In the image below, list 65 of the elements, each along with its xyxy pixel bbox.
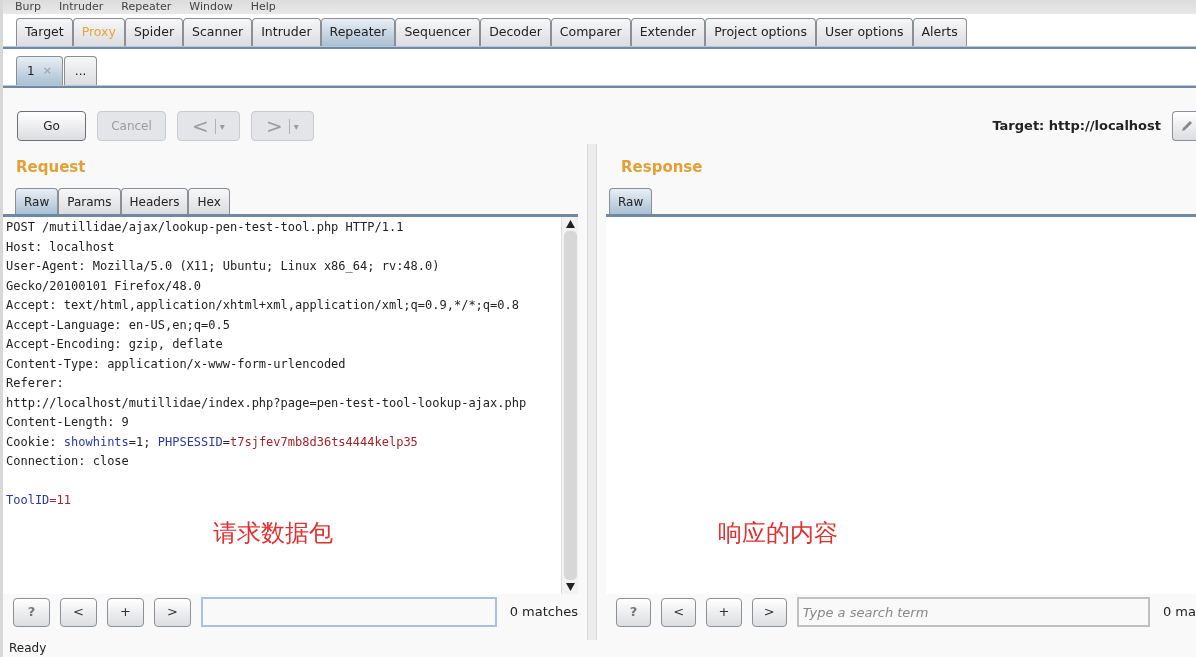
search-nav-button[interactable]: + xyxy=(106,597,144,627)
tab[interactable]: Repeater xyxy=(320,18,396,46)
search-nav-button[interactable]: ? xyxy=(616,597,652,627)
code-line: Gecko/20100101 Firefox/48.0 xyxy=(6,277,203,295)
search-nav-button[interactable]: + xyxy=(706,597,742,627)
pane-heading: Response xyxy=(620,157,704,178)
code-line: POST /mutillidae/ajax/lookup-pen-test-tool.php HTTP/1.1 xyxy=(6,219,405,236)
request-tab[interactable]: ... xyxy=(63,56,98,85)
search-nav-button[interactable]: > xyxy=(751,597,787,627)
search-field[interactable]: Type a search term xyxy=(796,597,1150,627)
tab[interactable]: Extender xyxy=(630,18,706,46)
code-line: Referer: xyxy=(6,375,65,392)
tab[interactable]: Raw xyxy=(15,188,59,214)
pane-heading: Request xyxy=(15,157,87,178)
menu-item[interactable]: Repeater xyxy=(121,1,172,13)
match-count: 0 matches xyxy=(509,603,578,622)
tab[interactable]: Target xyxy=(16,18,73,46)
tab-label: ... xyxy=(74,63,87,80)
scroll-up-icon[interactable] xyxy=(565,220,575,228)
tab[interactable]: Params xyxy=(58,188,121,214)
search-nav-button[interactable]: ? xyxy=(13,597,50,627)
tab[interactable]: Sequencer xyxy=(395,18,481,46)
scrollbar[interactable] xyxy=(561,217,578,594)
match-count: 0 ma xyxy=(1162,603,1196,622)
search-nav-button[interactable]: > xyxy=(153,597,191,627)
code-line: Connection: close xyxy=(6,453,130,470)
menu-item[interactable]: Help xyxy=(250,1,276,13)
request-tab[interactable]: 1 × xyxy=(16,56,63,85)
pencil-icon xyxy=(1180,119,1194,133)
tab[interactable]: Decoder xyxy=(480,18,551,46)
code-line: User-Agent: Mozilla/5.0 (X11; Ubuntu; Linux x86_64; rv:48.0) xyxy=(6,258,441,275)
tab[interactable]: Comparer xyxy=(550,18,631,46)
search-nav-button[interactable]: < xyxy=(59,597,97,627)
code-line: Accept-Encoding: gzip, deflate xyxy=(6,336,224,353)
code-line: ToolID=11 xyxy=(6,492,73,509)
tab-label: 1 xyxy=(27,63,35,80)
tab[interactable]: Hex xyxy=(188,188,230,214)
scroll-down-icon[interactable] xyxy=(565,583,575,591)
request-editor[interactable] xyxy=(3,217,578,594)
tab[interactable]: Spider xyxy=(124,18,184,46)
status-text: Ready xyxy=(9,641,47,655)
annotation-text: 响应的内容 xyxy=(718,518,838,549)
search-field[interactable] xyxy=(200,597,497,627)
menu-item[interactable]: Intruder xyxy=(59,1,104,13)
code-line: Accept: text/html,application/xhtml+xml,application/xml;q=0.9,*/*;q=0.8 xyxy=(6,297,520,314)
search-nav-button[interactable]: < xyxy=(661,597,697,627)
tab[interactable]: User options xyxy=(816,18,913,46)
tab[interactable]: Headers xyxy=(120,188,189,214)
code-line: Content-Type: application/x-www-form-urlencoded xyxy=(6,355,347,373)
target-label: Target: http://localhost xyxy=(992,117,1161,136)
tab[interactable]: Raw xyxy=(609,188,653,214)
annotation-text: 请求数据包 xyxy=(213,518,333,549)
tab[interactable]: Scanner xyxy=(183,18,253,46)
edit-target-button[interactable] xyxy=(1172,111,1196,141)
code-line: Cookie: showhints=1; PHPSESSID=t7sjfev7mb8d36ts4444kelp35 xyxy=(6,433,419,451)
menu-item[interactable]: Burp xyxy=(15,1,42,13)
code-line: Accept-Language: en-US,en;q=0.5 xyxy=(6,316,231,334)
toolbar-button[interactable]: Go xyxy=(17,111,86,141)
tab[interactable]: Alerts xyxy=(912,18,967,46)
menu-item[interactable]: Window xyxy=(189,1,233,13)
tab[interactable]: Project options xyxy=(705,18,816,46)
code-line: http://localhost/mutillidae/index.php?page=pen-test-tool-lookup-ajax.php xyxy=(6,394,528,412)
tab[interactable]: Intruder xyxy=(252,18,321,46)
code-line: Content-Length: 9 xyxy=(6,414,130,431)
code-line: Host: localhost xyxy=(6,238,116,256)
